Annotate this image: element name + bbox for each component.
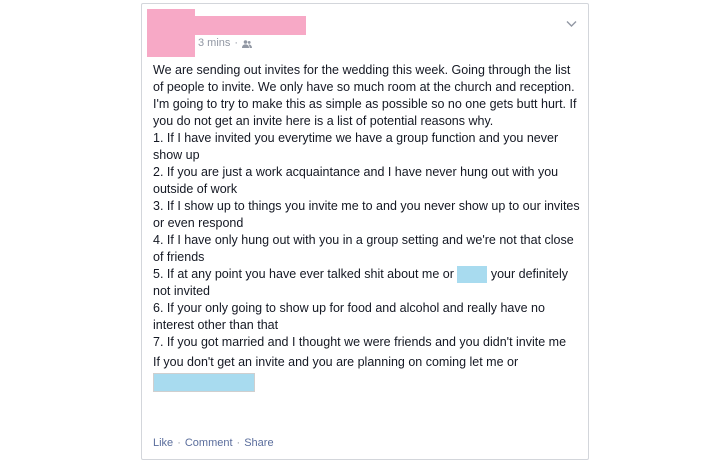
- name-redacted: [153, 373, 255, 392]
- chevron-down-icon[interactable]: [566, 15, 577, 27]
- reason-item: 7. If you got married and I thought we w…: [153, 335, 567, 349]
- post-closing: If you don't get an invite and you are p…: [153, 355, 519, 369]
- reason-item: 1. If I have invited you everytime we ha…: [153, 131, 559, 162]
- reason-item: 6. If your only going to show up for foo…: [153, 301, 545, 332]
- comment-link[interactable]: Comment: [185, 437, 233, 449]
- reason-item: 2. If you are just a work acquaintance a…: [153, 165, 559, 196]
- post-intro: We are sending out invites for the weddi…: [153, 63, 577, 128]
- name-redacted: [457, 266, 488, 283]
- share-link[interactable]: Share: [244, 437, 273, 449]
- avatar-redacted[interactable]: [147, 9, 195, 57]
- reason-item: 5. If at any point you have ever talked …: [153, 266, 581, 300]
- post-body: We are sending out invites for the weddi…: [153, 62, 581, 392]
- timestamp[interactable]: 3 mins: [198, 37, 230, 49]
- like-link[interactable]: Like: [153, 437, 173, 449]
- meta-separator: ·: [234, 37, 239, 49]
- post-meta: 3 mins ·: [198, 37, 253, 49]
- reason-item-5-text: 5. If at any point you have ever talked …: [153, 267, 454, 281]
- author-name-redacted[interactable]: [195, 16, 306, 35]
- reason-item: 3. If I show up to things you invite me …: [153, 199, 580, 230]
- action-separator: ·: [236, 437, 241, 449]
- friends-icon[interactable]: [242, 39, 253, 49]
- post-actions: Like · Comment · Share: [153, 437, 274, 449]
- reason-item: 4. If I have only hung out with you in a…: [153, 233, 574, 264]
- action-separator: ·: [177, 437, 181, 449]
